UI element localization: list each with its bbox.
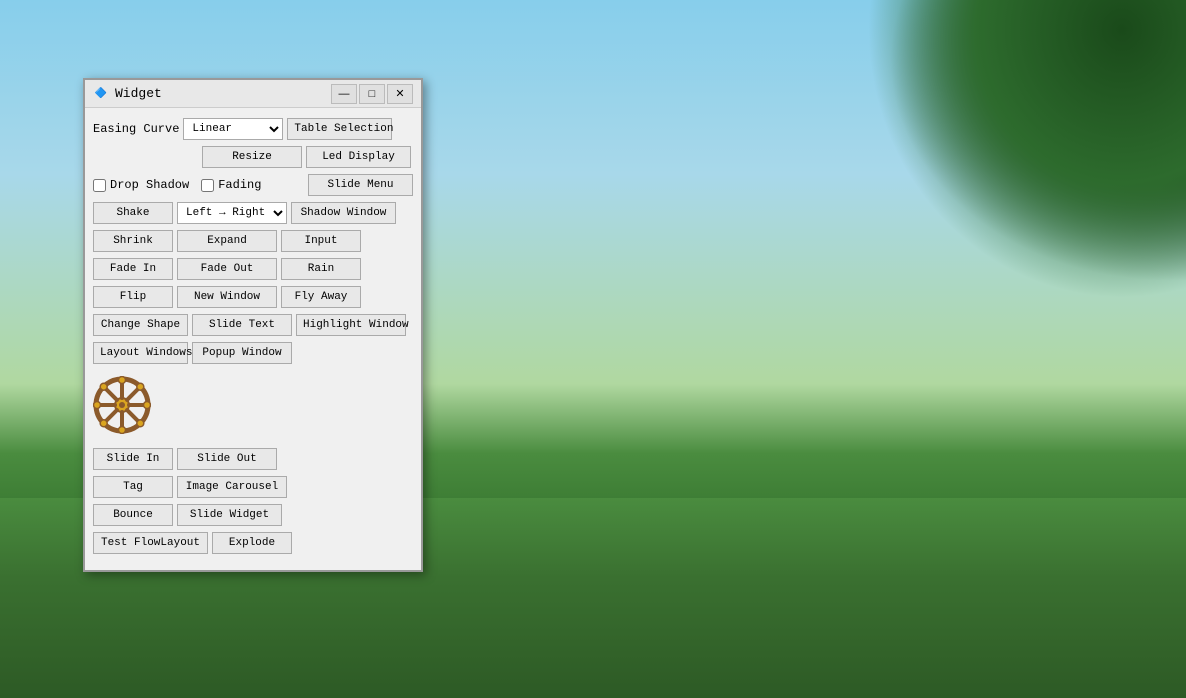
rain-button[interactable]: Rain [281, 258, 361, 280]
row-resize: Resize Led Display [93, 146, 413, 168]
led-display-button[interactable]: Led Display [306, 146, 411, 168]
layout-windows-button[interactable]: Layout Windows [93, 342, 188, 364]
slide-menu-button[interactable]: Slide Menu [308, 174, 413, 196]
ship-wheel-icon [93, 376, 151, 434]
easing-curve-select[interactable]: Linear Ease In Ease Out Ease In Out [183, 118, 283, 140]
flip-button[interactable]: Flip [93, 286, 173, 308]
row-shake: Shake Left → Right Right → Left Top → Bo… [93, 202, 413, 224]
direction-select[interactable]: Left → Right Right → Left Top → Bottom B… [177, 202, 287, 224]
row-change-shape: Change Shape Slide Text Highlight Window [93, 314, 413, 336]
fade-in-button[interactable]: Fade In [93, 258, 173, 280]
row-tag: Tag Image Carousel [93, 476, 413, 498]
row-checkboxes: Drop Shadow Fading Slide Menu [93, 174, 413, 196]
row-easing: Easing Curve Linear Ease In Ease Out Eas… [93, 118, 413, 140]
bounce-button[interactable]: Bounce [93, 504, 173, 526]
popup-window-button[interactable]: Popup Window [192, 342, 292, 364]
fading-label: Fading [218, 178, 261, 192]
maximize-button[interactable]: □ [359, 84, 385, 104]
explode-button[interactable]: Explode [212, 532, 292, 554]
test-flowlayout-button[interactable]: Test FlowLayout [93, 532, 208, 554]
shadow-window-button[interactable]: Shadow Window [291, 202, 396, 224]
change-shape-button[interactable]: Change Shape [93, 314, 188, 336]
drop-shadow-checkbox[interactable] [93, 179, 106, 192]
row-shrink: Shrink Expand Input [93, 230, 413, 252]
fading-wrap: Fading [201, 178, 261, 192]
highlight-window-button[interactable]: Highlight Window [296, 314, 406, 336]
slide-out-button[interactable]: Slide Out [177, 448, 277, 470]
tag-button[interactable]: Tag [93, 476, 173, 498]
window-content: Easing Curve Linear Ease In Ease Out Eas… [85, 108, 421, 570]
resize-button[interactable]: Resize [202, 146, 302, 168]
helm-icon-area [93, 376, 153, 436]
row-test-flow: Test FlowLayout Explode [93, 532, 413, 554]
shake-button[interactable]: Shake [93, 202, 173, 224]
table-selection-button[interactable]: Table Selection [287, 118, 392, 140]
close-button[interactable]: ✕ [387, 84, 413, 104]
minimize-button[interactable]: — [331, 84, 357, 104]
row-helm [93, 370, 413, 442]
titlebar: 🔷 Widget — □ ✕ [85, 80, 421, 108]
row-layout: Layout Windows Popup Window [93, 342, 413, 364]
new-window-button[interactable]: New Window [177, 286, 277, 308]
slide-text-button[interactable]: Slide Text [192, 314, 292, 336]
drop-shadow-wrap: Drop Shadow [93, 178, 189, 192]
trees-decoration [866, 0, 1186, 300]
input-button[interactable]: Input [281, 230, 361, 252]
easing-curve-label: Easing Curve [93, 122, 179, 136]
row-slide-in: Slide In Slide Out [93, 448, 413, 470]
row-bounce: Bounce Slide Widget [93, 504, 413, 526]
slide-in-button[interactable]: Slide In [93, 448, 173, 470]
row-fade: Fade In Fade Out Rain [93, 258, 413, 280]
widget-window: 🔷 Widget — □ ✕ Easing Curve Linear Ease … [83, 78, 423, 572]
fade-out-button[interactable]: Fade Out [177, 258, 277, 280]
window-title: Widget [115, 86, 331, 101]
window-icon: 🔷 [93, 86, 109, 102]
image-carousel-button[interactable]: Image Carousel [177, 476, 287, 498]
fading-checkbox[interactable] [201, 179, 214, 192]
slide-widget-button[interactable]: Slide Widget [177, 504, 282, 526]
fly-away-button[interactable]: Fly Away [281, 286, 361, 308]
window-controls: — □ ✕ [331, 84, 413, 104]
row-flip: Flip New Window Fly Away [93, 286, 413, 308]
expand-button[interactable]: Expand [177, 230, 277, 252]
shrink-button[interactable]: Shrink [93, 230, 173, 252]
drop-shadow-label: Drop Shadow [110, 178, 189, 192]
